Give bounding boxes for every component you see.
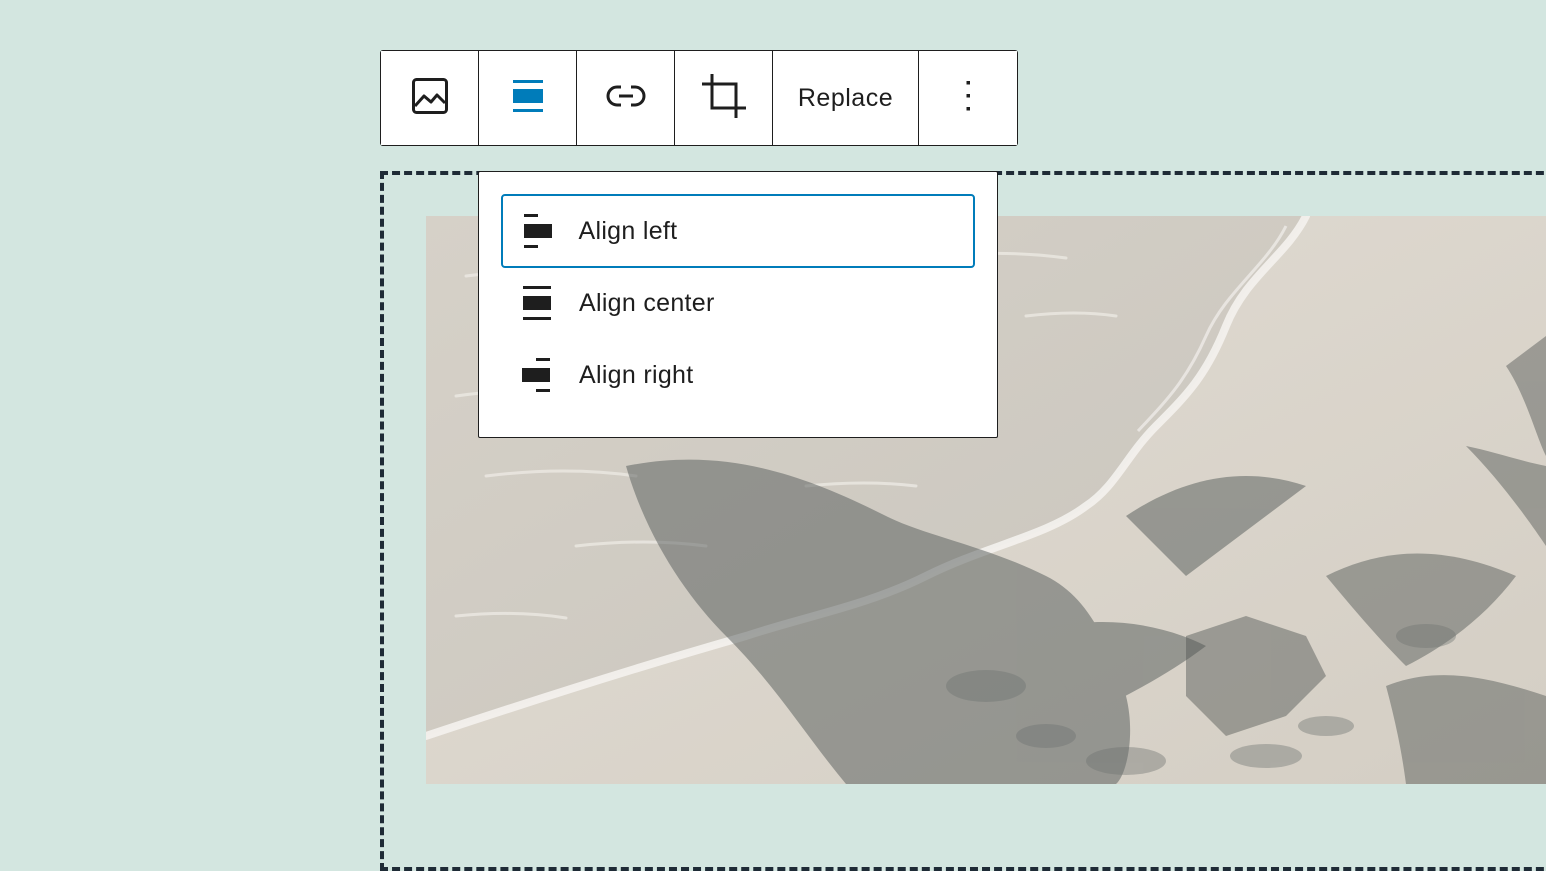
menu-item-align-right[interactable]: Align right bbox=[501, 338, 975, 412]
menu-item-label: Align right bbox=[579, 360, 694, 389]
image-icon bbox=[410, 76, 450, 121]
align-button[interactable] bbox=[479, 51, 577, 145]
menu-item-align-center[interactable]: Align center bbox=[501, 266, 975, 340]
options-button[interactable] bbox=[919, 51, 1017, 145]
link-icon bbox=[606, 83, 646, 114]
menu-item-label: Align left bbox=[578, 216, 678, 245]
menu-item-align-left[interactable]: Align left bbox=[501, 194, 975, 268]
align-left-icon bbox=[517, 211, 557, 251]
more-vertical-icon bbox=[963, 78, 973, 119]
change-block-type-button[interactable] bbox=[381, 51, 479, 145]
menu-item-label: Align center bbox=[579, 288, 715, 317]
insert-link-button[interactable] bbox=[577, 51, 675, 145]
block-toolbar: Replace bbox=[380, 50, 1018, 146]
crop-icon bbox=[700, 72, 748, 125]
alignment-dropdown-menu: Align left Align center Align right bbox=[478, 171, 998, 438]
align-center-icon bbox=[511, 76, 545, 121]
replace-button[interactable]: Replace bbox=[773, 51, 919, 145]
align-center-icon bbox=[517, 283, 557, 323]
align-right-icon bbox=[517, 355, 557, 395]
crop-button[interactable] bbox=[675, 51, 773, 145]
